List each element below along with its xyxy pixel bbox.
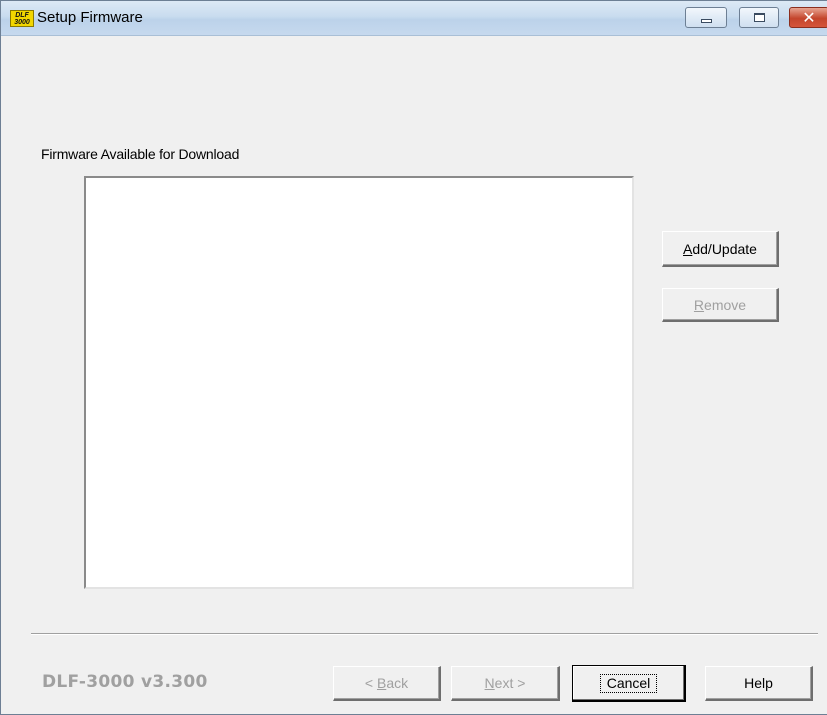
title-bar[interactable]: DLF 3000 Setup Firmware ✕ — [1, 1, 827, 36]
app-icon-line1: DLF — [15, 11, 29, 19]
footer-divider — [31, 633, 818, 635]
firmware-listbox[interactable] — [84, 176, 634, 589]
cancel-label: Cancel — [599, 673, 658, 693]
version-label: DLF-3000 v3.300 — [42, 672, 208, 692]
close-button[interactable]: ✕ — [789, 7, 827, 28]
app-icon-line2: 3000 — [14, 18, 30, 26]
cancel-button[interactable]: Cancel — [572, 665, 686, 702]
maximize-button[interactable] — [739, 7, 779, 28]
minimize-icon — [700, 18, 712, 23]
add-update-label: Add/Update — [683, 240, 757, 257]
close-icon: ✕ — [802, 7, 816, 27]
minimize-button[interactable] — [685, 7, 727, 28]
dlf3000-app-icon[interactable]: DLF 3000 — [10, 10, 34, 27]
window-title: Setup Firmware — [37, 9, 143, 26]
next-label: Next > — [484, 675, 526, 691]
next-button[interactable]: Next > — [451, 666, 560, 701]
back-button[interactable]: < Back — [333, 666, 441, 701]
setup-firmware-window: DLF 3000 Setup Firmware ✕ Firmware Avail… — [0, 0, 827, 715]
help-label: Help — [744, 675, 773, 691]
remove-button[interactable]: Remove — [662, 288, 779, 322]
remove-label: Remove — [693, 296, 747, 313]
back-label: < Back — [364, 675, 409, 691]
add-update-button[interactable]: Add/Update — [662, 231, 779, 267]
help-button[interactable]: Help — [705, 666, 813, 701]
maximize-icon — [753, 13, 765, 22]
firmware-list-label: Firmware Available for Download — [41, 146, 240, 162]
